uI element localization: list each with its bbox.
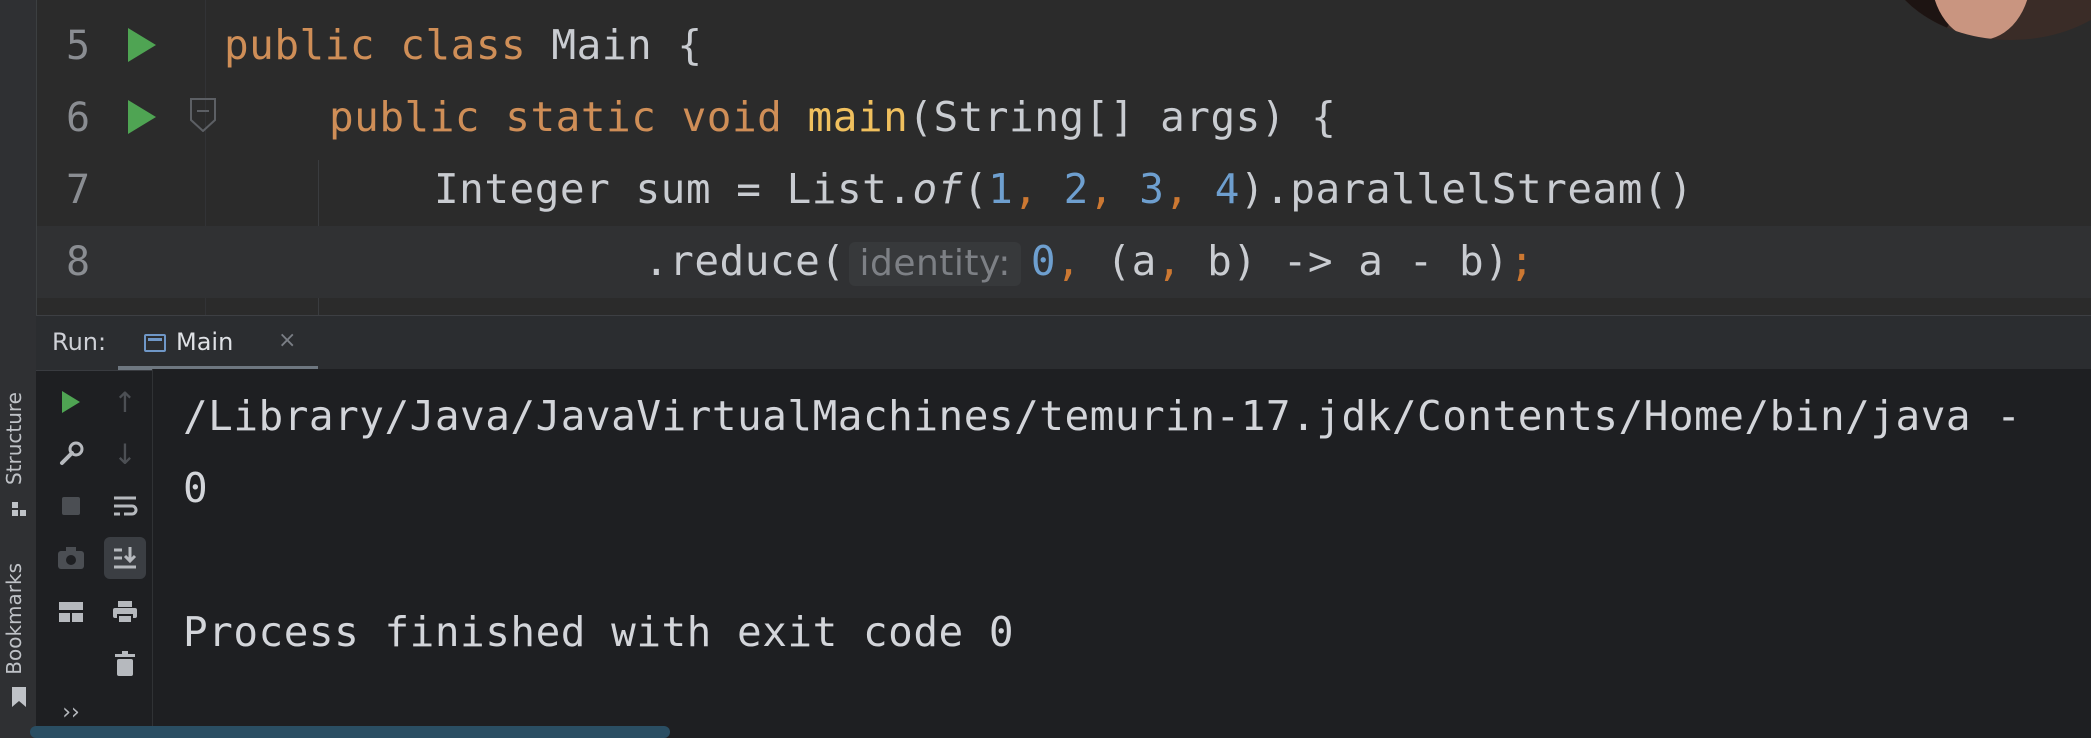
run-toolbar-primary: ›› bbox=[50, 369, 92, 738]
structure-icon bbox=[12, 502, 26, 516]
line-number: 8 bbox=[66, 239, 91, 285]
soft-wrap-button[interactable] bbox=[104, 485, 146, 527]
run-toolbar-secondary: ↑ ↓ bbox=[104, 369, 146, 738]
line-number: 6 bbox=[66, 95, 91, 141]
scroll-to-end-button[interactable] bbox=[104, 537, 146, 579]
bookmark-icon bbox=[12, 687, 26, 707]
left-tool-strip: Structure Bookmarks bbox=[0, 0, 37, 738]
stop-button[interactable] bbox=[50, 485, 92, 527]
down-arrow-icon[interactable]: ↓ bbox=[104, 433, 146, 475]
console-window-icon bbox=[144, 334, 166, 352]
play-icon bbox=[62, 391, 80, 413]
close-tab-icon[interactable]: × bbox=[278, 328, 296, 353]
code-editor[interactable]: 5 public class Main { 6 public static vo… bbox=[0, 0, 2091, 315]
run-gutter-icon[interactable] bbox=[128, 28, 156, 62]
clear-all-button[interactable] bbox=[104, 643, 146, 685]
printer-icon bbox=[113, 601, 137, 624]
console-line: Process finished with exit code 0 bbox=[183, 608, 1015, 656]
code-text: public static void main(String[] args) { bbox=[329, 93, 1337, 141]
layout-icon bbox=[59, 602, 83, 622]
parameter-hint: identity: bbox=[849, 242, 1021, 286]
layout-button[interactable] bbox=[50, 591, 92, 633]
stop-icon bbox=[62, 497, 80, 515]
run-gutter-icon[interactable] bbox=[128, 100, 156, 134]
modify-run-config-button[interactable] bbox=[50, 433, 92, 475]
decorative-stroke bbox=[30, 726, 670, 738]
code-text: Integer sum = List.of(1, 2, 3, 4).parall… bbox=[434, 165, 1694, 213]
console-line: 0 bbox=[183, 464, 209, 512]
wrench-icon bbox=[60, 441, 84, 465]
screenshot-button[interactable] bbox=[50, 537, 92, 579]
code-text: .reduce(identity: 0, (a, b) -> a - b); bbox=[644, 237, 1535, 286]
trash-icon bbox=[115, 651, 135, 676]
code-line-7[interactable]: 7 Integer sum = List.of(1, 2, 3, 4).para… bbox=[36, 154, 2091, 226]
code-text: public class Main { bbox=[224, 21, 703, 69]
fold-icon[interactable] bbox=[190, 98, 216, 132]
line-number: 7 bbox=[66, 167, 91, 213]
up-arrow-icon[interactable]: ↑ bbox=[104, 381, 146, 423]
soft-wrap-icon bbox=[114, 496, 138, 516]
console-output[interactable]: /Library/Java/JavaVirtualMachines/temuri… bbox=[152, 369, 2091, 738]
console-line: /Library/Java/JavaVirtualMachines/temuri… bbox=[183, 392, 2022, 440]
code-line-5[interactable]: 5 public class Main { bbox=[36, 10, 2091, 82]
code-line-6[interactable]: 6 public static void main(String[] args)… bbox=[36, 82, 2091, 154]
run-tool-window: Run: Main × ›› ↑ ↓ /Library/Java/JavaVir… bbox=[36, 315, 2091, 738]
bookmarks-tab[interactable]: Bookmarks bbox=[2, 563, 34, 713]
run-title: Run: bbox=[52, 328, 107, 356]
rerun-button[interactable] bbox=[50, 381, 92, 423]
scroll-to-end-icon bbox=[114, 547, 137, 569]
structure-tab[interactable]: Structure bbox=[2, 392, 34, 522]
run-header: Run: Main × bbox=[36, 315, 2091, 371]
tab-label: Main bbox=[176, 328, 234, 356]
code-line-8[interactable]: 8 .reduce(identity: 0, (a, b) -> a - b); bbox=[36, 226, 2091, 298]
print-button[interactable] bbox=[104, 591, 146, 633]
ide-window: 5 public class Main { 6 public static vo… bbox=[0, 0, 2091, 738]
line-number: 5 bbox=[66, 23, 91, 69]
run-tab-main[interactable]: Main × bbox=[118, 316, 318, 370]
camera-icon bbox=[58, 547, 84, 569]
